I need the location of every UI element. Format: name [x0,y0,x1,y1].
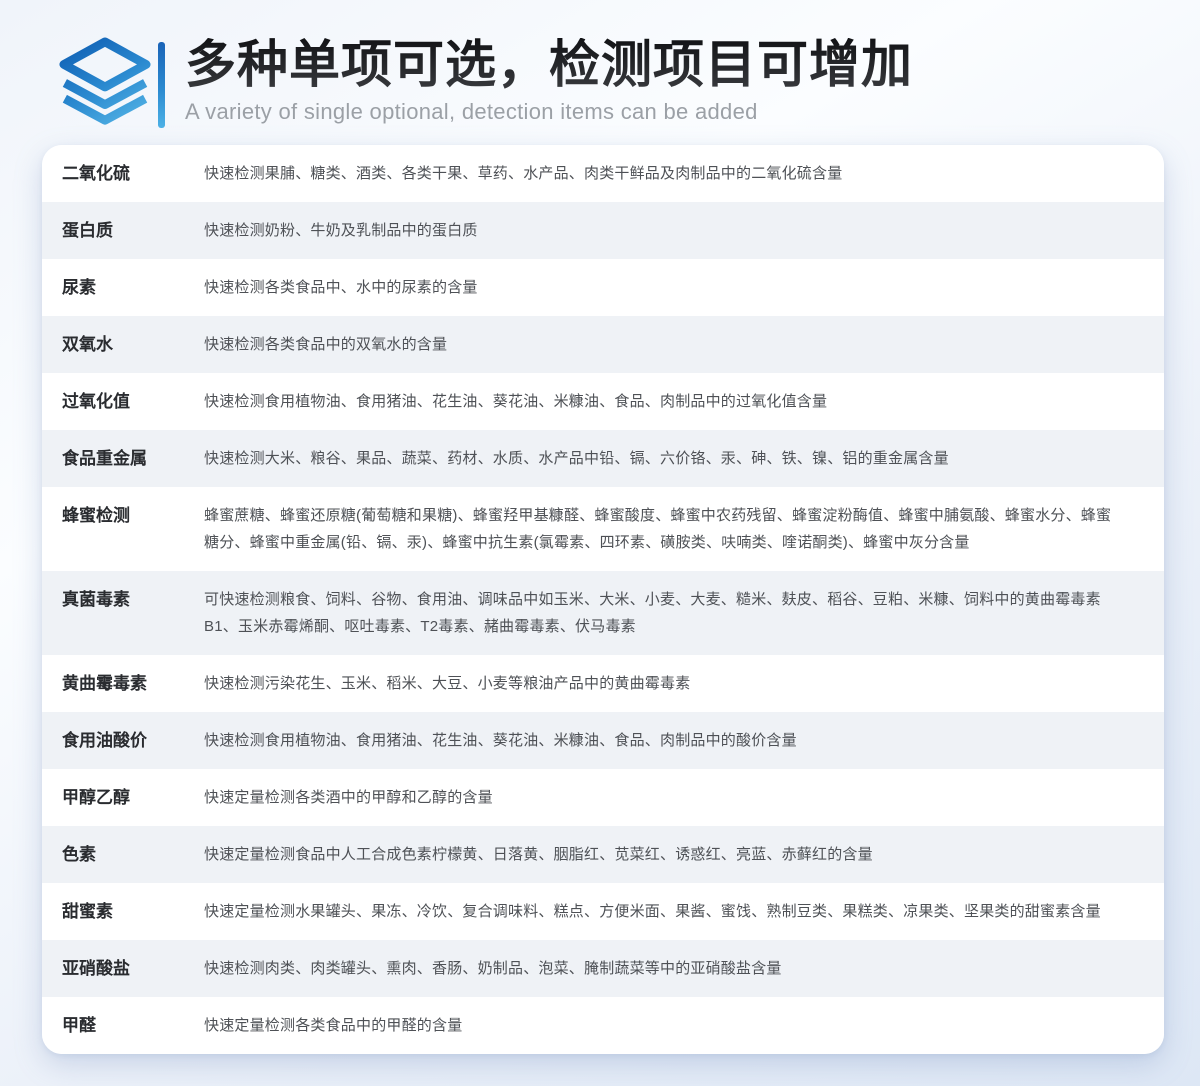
item-description: 可快速检测粮食、饲料、谷物、食用油、调味品中如玉米、大米、小麦、大麦、糙米、麸皮… [164,586,1164,640]
item-name: 真菌毒素 [42,586,164,613]
item-description: 快速定量检测各类酒中的甲醇和乙醇的含量 [164,784,1164,811]
table-row: 甜蜜素 快速定量检测水果罐头、果冻、冷饮、复合调味料、糕点、方便米面、果酱、蜜饯… [42,883,1164,940]
table-row: 食品重金属 快速检测大米、粮谷、果品、蔬菜、药材、水质、水产品中铅、镉、六价铬、… [42,430,1164,487]
item-description: 蜂蜜蔗糖、蜂蜜还原糖(葡萄糖和果糖)、蜂蜜羟甲基糠醛、蜂蜜酸度、蜂蜜中农药残留、… [164,502,1164,556]
table-row: 真菌毒素 可快速检测粮食、饲料、谷物、食用油、调味品中如玉米、大米、小麦、大麦、… [42,571,1164,655]
table-row: 色素 快速定量检测食品中人工合成色素柠檬黄、日落黄、胭脂红、苋菜红、诱惑红、亮蓝… [42,826,1164,883]
table-row: 甲醛 快速定量检测各类食品中的甲醛的含量 [42,997,1164,1054]
layers-stack-icon [58,36,152,134]
item-description: 快速检测各类食品中、水中的尿素的含量 [164,274,1164,301]
header-titles: 多种单项可选，检测项目可增加 A variety of single optio… [185,36,913,125]
item-name: 蜂蜜检测 [42,502,164,529]
item-description: 快速检测大米、粮谷、果品、蔬菜、药材、水质、水产品中铅、镉、六价铬、汞、砷、铁、… [164,445,1164,472]
item-description: 快速检测奶粉、牛奶及乳制品中的蛋白质 [164,217,1164,244]
table-row: 黄曲霉毒素 快速检测污染花生、玉米、稻米、大豆、小麦等粮油产品中的黄曲霉毒素 [42,655,1164,712]
item-description: 快速检测食用植物油、食用猪油、花生油、葵花油、米糠油、食品、肉制品中的酸价含量 [164,727,1164,754]
item-name: 黄曲霉毒素 [42,670,164,697]
item-description: 快速检测果脯、糖类、酒类、各类干果、草药、水产品、肉类干鲜品及肉制品中的二氧化硫… [164,160,1164,187]
table-row: 尿素 快速检测各类食品中、水中的尿素的含量 [42,259,1164,316]
item-name: 甲醇乙醇 [42,784,164,811]
table-row: 过氧化值 快速检测食用植物油、食用猪油、花生油、葵花油、米糠油、食品、肉制品中的… [42,373,1164,430]
item-name: 色素 [42,841,164,868]
page-subtitle: A variety of single optional, detection … [185,99,913,125]
table-row: 二氧化硫 快速检测果脯、糖类、酒类、各类干果、草药、水产品、肉类干鲜品及肉制品中… [42,145,1164,202]
item-name: 甲醛 [42,1012,164,1039]
page-title: 多种单项可选，检测项目可增加 [185,38,913,94]
item-name: 甜蜜素 [42,898,164,925]
item-description: 快速检测肉类、肉类罐头、熏肉、香肠、奶制品、泡菜、腌制蔬菜等中的亚硝酸盐含量 [164,955,1164,982]
table-row: 食用油酸价 快速检测食用植物油、食用猪油、花生油、葵花油、米糠油、食品、肉制品中… [42,712,1164,769]
table-row: 蛋白质 快速检测奶粉、牛奶及乳制品中的蛋白质 [42,202,1164,259]
item-name: 尿素 [42,274,164,301]
header-accent-bar [158,42,165,128]
item-description: 快速定量检测食品中人工合成色素柠檬黄、日落黄、胭脂红、苋菜红、诱惑红、亮蓝、赤藓… [164,841,1164,868]
item-description: 快速检测污染花生、玉米、稻米、大豆、小麦等粮油产品中的黄曲霉毒素 [164,670,1164,697]
item-description: 快速定量检测水果罐头、果冻、冷饮、复合调味料、糕点、方便米面、果酱、蜜饯、熟制豆… [164,898,1164,925]
item-description: 快速定量检测各类食品中的甲醛的含量 [164,1012,1164,1039]
item-name: 二氧化硫 [42,160,164,187]
item-description: 快速检测食用植物油、食用猪油、花生油、葵花油、米糠油、食品、肉制品中的过氧化值含… [164,388,1164,415]
table-row: 甲醇乙醇 快速定量检测各类酒中的甲醇和乙醇的含量 [42,769,1164,826]
item-name: 食用油酸价 [42,727,164,754]
item-name: 过氧化值 [42,388,164,415]
item-name: 食品重金属 [42,445,164,472]
detection-items-table: 二氧化硫 快速检测果脯、糖类、酒类、各类干果、草药、水产品、肉类干鲜品及肉制品中… [42,145,1164,1054]
table-row: 蜂蜜检测 蜂蜜蔗糖、蜂蜜还原糖(葡萄糖和果糖)、蜂蜜羟甲基糠醛、蜂蜜酸度、蜂蜜中… [42,487,1164,571]
detection-items-card: 二氧化硫 快速检测果脯、糖类、酒类、各类干果、草药、水产品、肉类干鲜品及肉制品中… [42,145,1164,1054]
page-header: 多种单项可选，检测项目可增加 A variety of single optio… [0,0,1200,140]
item-name: 蛋白质 [42,217,164,244]
item-name: 亚硝酸盐 [42,955,164,982]
item-name: 双氧水 [42,331,164,358]
table-row: 双氧水 快速检测各类食品中的双氧水的含量 [42,316,1164,373]
table-row: 亚硝酸盐 快速检测肉类、肉类罐头、熏肉、香肠、奶制品、泡菜、腌制蔬菜等中的亚硝酸… [42,940,1164,997]
item-description: 快速检测各类食品中的双氧水的含量 [164,331,1164,358]
